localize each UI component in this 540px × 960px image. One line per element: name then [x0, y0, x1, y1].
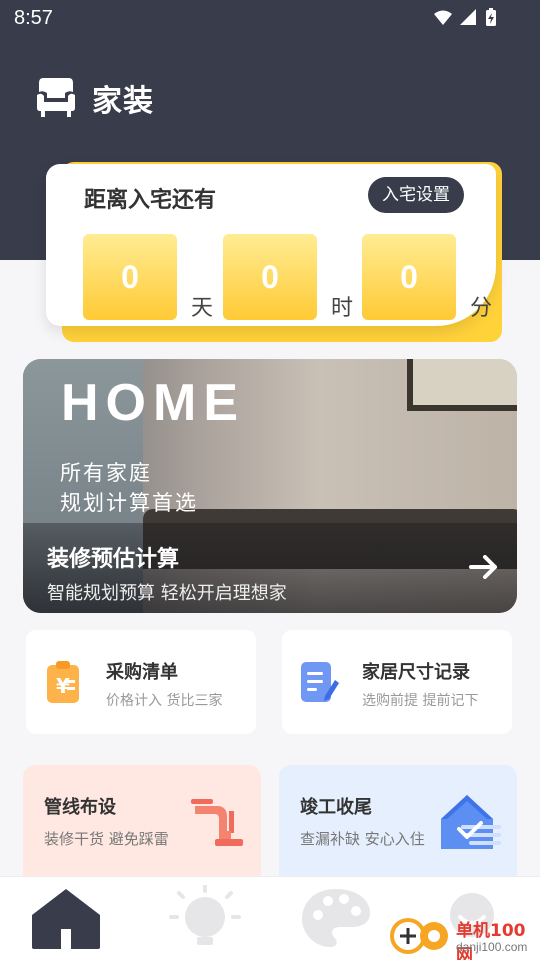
tile-title: 采购清单: [106, 662, 178, 683]
banner-title: 装修预估计算: [47, 547, 180, 572]
lightbulb-icon[interactable]: [167, 885, 243, 951]
hours-unit: 时: [331, 296, 354, 321]
note-edit-icon: [301, 662, 339, 702]
countdown-card: 距离入宅还有 入宅设置 0 天 0 时 0 分: [46, 164, 496, 326]
feature-title: 管线布设: [44, 797, 116, 818]
palette-icon[interactable]: [298, 885, 374, 951]
purchase-list-tile[interactable]: ¥ 采购清单 价格计入 货比三家: [26, 630, 256, 734]
minutes-counter: 0: [362, 234, 456, 320]
watermark-url: danji100.com: [456, 940, 528, 954]
sofa-icon: [37, 78, 75, 117]
feature-title: 竣工收尾: [300, 797, 372, 818]
watermark-logo-icon: [390, 918, 448, 954]
furniture-size-record-tile[interactable]: 家居尺寸记录 选购前提 提前记下: [282, 630, 512, 734]
status-time: 8:57: [14, 7, 53, 29]
battery-icon: [486, 8, 496, 26]
pipe-icon: [191, 799, 243, 846]
days-unit: 天: [191, 296, 214, 321]
home-icon[interactable]: [28, 885, 104, 951]
status-icons: [434, 8, 496, 26]
days-counter: 0: [83, 234, 177, 320]
feature-desc: 装修干货 避免踩雷: [44, 830, 169, 848]
banner-subtitle-line1: 所有家庭: [60, 461, 152, 485]
banner-headline: HOME: [61, 374, 245, 432]
pipeline-layout-card[interactable]: 管线布设 装修干货 避免踩雷: [23, 765, 261, 885]
tile-title: 家居尺寸记录: [362, 662, 470, 683]
banner-subtitle-line2: 规划计算首选: [60, 491, 198, 515]
arrow-right-icon[interactable]: [469, 555, 499, 579]
tile-desc: 价格计入 货比三家: [106, 693, 223, 709]
status-bar: 8:57: [0, 0, 540, 36]
svg-text:¥: ¥: [56, 674, 70, 698]
signal-icon: [460, 9, 476, 25]
wifi-icon: [434, 10, 452, 25]
watermark: 单机100网 danji100.com: [388, 912, 538, 960]
house-check-icon: [441, 795, 501, 849]
move-in-settings-button[interactable]: 入宅设置: [368, 177, 464, 213]
countdown-title: 距离入宅还有: [84, 188, 217, 213]
clipboard-icon: ¥: [47, 661, 79, 703]
renovation-estimate-banner[interactable]: HOME 所有家庭 规划计算首选 装修预估计算 智能规划预算 轻松开启理想家: [23, 359, 517, 613]
feature-desc: 查漏补缺 安心入住: [300, 830, 425, 848]
banner-desc: 智能规划预算 轻松开启理想家: [47, 583, 287, 604]
page-title: 家装: [92, 84, 154, 119]
minutes-unit: 分: [470, 296, 493, 321]
completion-card[interactable]: 竣工收尾 查漏补缺 安心入住: [279, 765, 517, 885]
hours-counter: 0: [223, 234, 317, 320]
tile-desc: 选购前提 提前记下: [362, 693, 479, 709]
banner-picture-frame: [407, 359, 517, 411]
